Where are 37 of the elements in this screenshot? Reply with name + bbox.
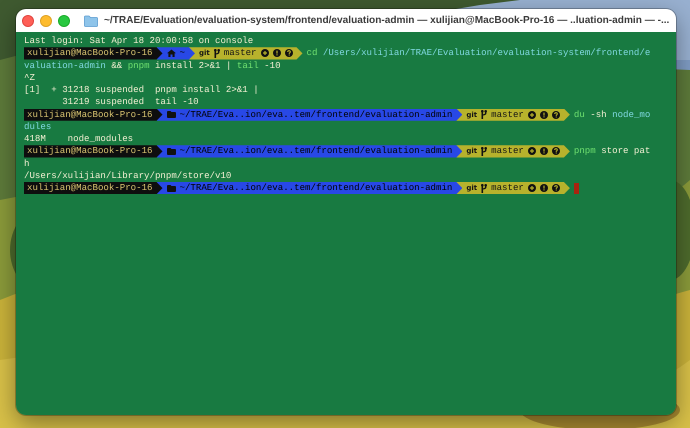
branch-name: master (491, 108, 524, 121)
branch-name: master (224, 47, 256, 60)
branch-icon (481, 146, 488, 156)
user-host-segment: xulijian@MacBook-Pro-16 (24, 182, 163, 194)
branch-name: master (491, 145, 524, 158)
output-line: ^Z (24, 72, 36, 84)
window-title: ~/TRAE/Evaluation/evaluation-system/frontend/evaluation-admin — xulijian@MacBook-Pro-16 — ..luation-admin — -... (104, 15, 670, 26)
directory-path: ~ (180, 47, 185, 60)
output-line: 31219 suspended tail -10 (61, 96, 200, 108)
command-text: pnpm store pat (572, 145, 650, 158)
login-message: Last login: Sat Apr 18 20:00:58 on console (24, 35, 254, 48)
output-line: /Users/xulijian/Library/pnpm/store/v10 (24, 170, 232, 182)
output-line: dules (24, 120, 52, 133)
folder-icon (166, 148, 176, 155)
output-line: valuation-admin && pnpm install 2>&1 | tail -10 (24, 60, 282, 72)
output-line: 418M node_modules (24, 133, 134, 146)
folder-icon (166, 111, 176, 118)
directory-path: ~/TRAE/Eva..ion/eva..tem/frontend/evaluation-admin (180, 108, 452, 121)
folder-icon (84, 14, 98, 26)
branch-icon (214, 48, 220, 58)
user-host-segment: xulijian@MacBook-Pro-16 (24, 108, 163, 121)
branch-icon (481, 110, 488, 120)
output-line: [1] + 31218 suspended pnpm install 2>&1 | (24, 84, 260, 96)
minimize-button[interactable] (40, 14, 52, 26)
zoom-button[interactable] (58, 14, 70, 26)
user-host-segment: xulijian@MacBook-Pro-16 (24, 145, 163, 158)
directory-path: ~/TRAE/Eva..ion/eva..tem/frontend/evaluation-admin (180, 145, 452, 158)
branch-name: master (491, 182, 524, 194)
output-line: h (24, 158, 30, 170)
folder-icon (166, 184, 176, 192)
close-button[interactable] (22, 14, 34, 26)
home-icon (166, 49, 176, 58)
command-text: du -sh node_mo (572, 108, 650, 121)
directory-path: ~/TRAE/Eva..ion/eva..tem/frontend/evaluation-admin (180, 182, 452, 194)
branch-icon (481, 184, 488, 193)
command-text: cd /Users/xulijian/TRAE/Evaluation/evaluation-system/frontend/e (306, 47, 650, 60)
user-host-segment: xulijian@MacBook-Pro-16 (24, 47, 163, 60)
